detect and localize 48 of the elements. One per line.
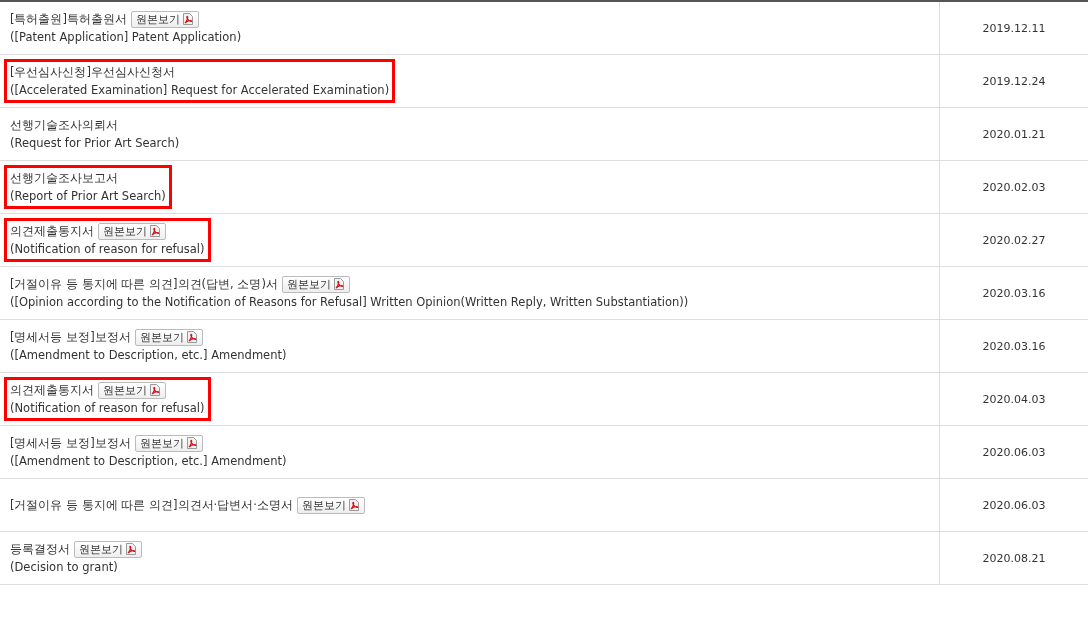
date-text: 2020.04.03	[982, 392, 1046, 406]
date-text: 2020.02.03	[982, 180, 1046, 194]
pdf-icon	[149, 384, 161, 396]
view-original-button[interactable]: 원본보기	[98, 381, 166, 399]
view-original-button[interactable]: 원본보기	[281, 275, 350, 293]
document-title: [거절이유 등 통지에 따른 의견]의견서·답변서·소명서	[10, 497, 293, 514]
date-text: 2020.01.21	[982, 127, 1046, 141]
document-title: 의견제출통지서	[10, 382, 94, 399]
pdf-icon	[185, 331, 198, 343]
date-text: 2020.03.16	[982, 339, 1046, 353]
pdf-icon	[185, 437, 198, 449]
document-title: 선행기술조사보고서	[10, 170, 118, 187]
document-subtitle: (Report of Prior Art Search)	[10, 188, 166, 205]
document-title: 의견제출통지서	[10, 223, 94, 240]
pdf-icon	[182, 13, 194, 25]
pdf-icon	[332, 278, 345, 290]
document-subtitle: ([Amendment to Description, etc.] Amendment)	[10, 347, 287, 364]
date-text: 2020.02.27	[982, 233, 1046, 247]
document-subtitle: ([Patent Application] Patent Application)	[10, 29, 242, 46]
date-text: 2019.12.11	[982, 21, 1046, 35]
view-original-button[interactable]: 원본보기	[134, 328, 203, 346]
document-subtitle: (Decision to grant)	[10, 559, 119, 576]
date-text: 2020.06.03	[982, 445, 1046, 459]
view-original-button[interactable]: 원본보기	[134, 434, 203, 452]
date-text: 2020.06.03	[982, 498, 1046, 512]
pdf-icon	[347, 499, 360, 511]
view-original-button[interactable]: 원본보기	[296, 496, 365, 514]
document-title: [명세서등 보정]보정서	[10, 435, 131, 452]
document-title: [특허출원]특허출원서	[10, 11, 127, 28]
view-original-button[interactable]: 원본보기	[131, 10, 199, 28]
view-original-button[interactable]: 원본보기	[98, 222, 166, 240]
document-subtitle: (Notification of reason for refusal)	[10, 241, 205, 258]
document-title: [거절이유 등 통지에 따른 의견]의견(답변, 소명)서	[10, 276, 278, 293]
pdf-icon	[149, 225, 161, 237]
date-text: 2020.08.21	[982, 551, 1046, 565]
document-subtitle: ([Amendment to Description, etc.] Amendment)	[10, 453, 287, 470]
document-title: [우선심사신청]우선심사신청서	[10, 64, 175, 81]
pdf-icon	[125, 543, 137, 555]
view-original-button[interactable]: 원본보기	[74, 540, 142, 558]
date-text: 2019.12.24	[982, 74, 1046, 88]
document-subtitle: (Request for Prior Art Search)	[10, 135, 180, 152]
date-text: 2020.03.16	[982, 286, 1046, 300]
document-subtitle: ([Opinion according to the Notification of Reasons for Refusal] Written Opinion(Written Reply, Written Substantiation))	[10, 294, 689, 311]
document-title: [명세서등 보정]보정서	[10, 329, 131, 346]
document-subtitle: (Notification of reason for refusal)	[10, 400, 205, 417]
document-title: 등록결정서	[10, 541, 70, 558]
document-title: 선행기술조사의뢰서	[10, 117, 118, 134]
document-subtitle: ([Accelerated Examination] Request for Accelerated Examination)	[10, 82, 390, 99]
